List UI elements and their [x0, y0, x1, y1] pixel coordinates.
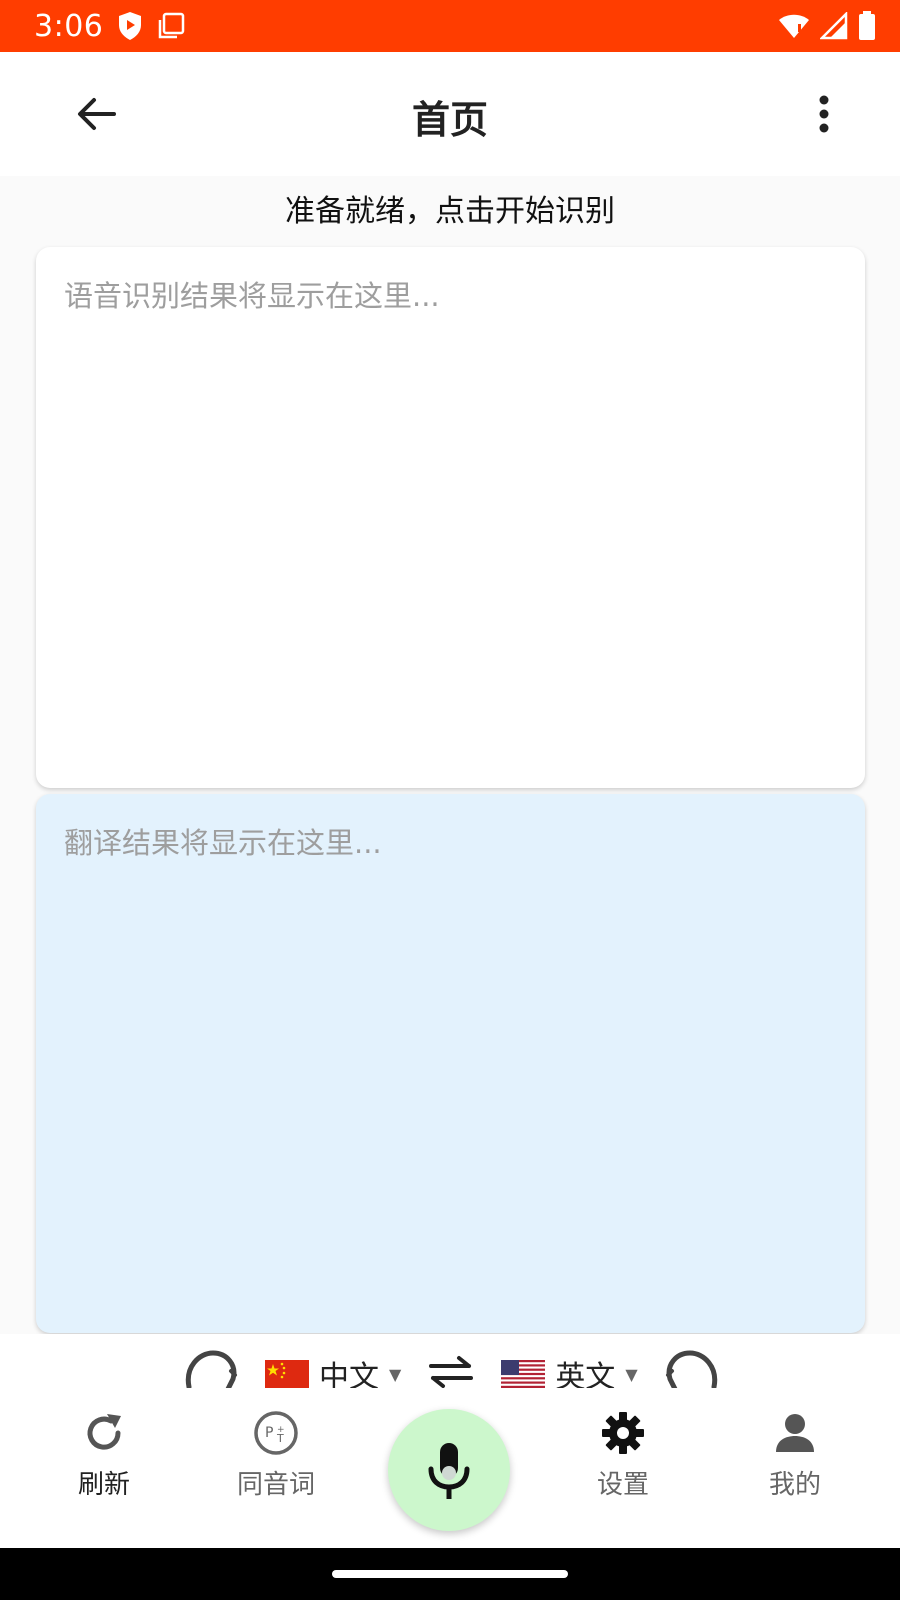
status-bar: 3:06 — [0, 0, 900, 52]
source-language-label: 中文 — [319, 1360, 379, 1388]
nav-settings-label: 设置 — [596, 1470, 649, 1500]
translation-result-card[interactable]: 翻译结果将显示在这里... — [36, 794, 865, 1333]
source-caret-icon: ▼ — [389, 1364, 402, 1384]
target-language-label: 英文 — [555, 1360, 616, 1388]
language-selector-inner: 中文 ▼ 英文 ▼ — [183, 1344, 720, 1388]
page-title: 首页 — [411, 97, 488, 142]
gesture-handle[interactable] — [332, 1570, 568, 1578]
gear-icon — [602, 1412, 644, 1454]
mic-icon — [428, 1443, 470, 1499]
nav-settings[interactable]: 设置 — [553, 1410, 693, 1520]
recognition-status-text: 准备就绪，点击开始识别 — [285, 194, 615, 229]
language-selector-row: 中文 ▼ 英文 ▼ — [0, 1334, 900, 1388]
person-icon — [776, 1414, 814, 1452]
nav-mine-label: 我的 — [768, 1470, 821, 1500]
target-caret-icon: ▼ — [625, 1364, 638, 1384]
refresh-icon — [87, 1414, 121, 1450]
mic-button[interactable] — [388, 1409, 510, 1531]
screen-copy-icon — [157, 12, 185, 40]
voice-right-icon[interactable] — [660, 1347, 720, 1388]
more-options-button[interactable] — [800, 90, 848, 138]
shield-icon — [117, 11, 143, 41]
nav-refresh[interactable]: 刷新 — [34, 1410, 174, 1520]
svg-text:P: P — [265, 1425, 273, 1441]
recognition-placeholder: 语音识别结果将显示在这里... — [64, 279, 440, 313]
nav-refresh-label: 刷新 — [77, 1470, 130, 1500]
source-language-select[interactable]: 中文 ▼ — [265, 1352, 401, 1388]
status-right — [778, 11, 876, 41]
more-vert-icon — [819, 95, 829, 133]
back-button[interactable] — [72, 90, 120, 138]
nav-mine[interactable]: 我的 — [725, 1410, 865, 1520]
nav-homophone-label: 同音词 — [236, 1470, 315, 1500]
translation-placeholder: 翻译结果将显示在这里... — [64, 826, 382, 860]
pinyin-icon: P +T — [254, 1411, 298, 1455]
usa-flag-icon — [501, 1360, 546, 1388]
system-gesture-bar — [0, 1548, 900, 1600]
nav-homophone[interactable]: P + T 同音词 — [206, 1410, 346, 1520]
target-language-select[interactable]: 英文 ▼ — [501, 1352, 638, 1388]
recognition-result-card[interactable]: 语音识别结果将显示在这里... — [36, 247, 865, 788]
svg-text:T: T — [276, 1432, 284, 1445]
arrow-back-icon — [78, 98, 116, 130]
status-time: 3:06 — [34, 8, 104, 44]
app-bar: 首页 — [0, 52, 900, 176]
voice-left-icon[interactable] — [183, 1347, 243, 1388]
china-flag-icon — [265, 1360, 309, 1388]
swap-arrows-icon[interactable] — [427, 1354, 475, 1388]
status-left: 3:06 — [34, 9, 185, 44]
signal-icon — [820, 12, 848, 40]
wifi-icon — [778, 12, 810, 40]
battery-icon — [858, 11, 876, 41]
